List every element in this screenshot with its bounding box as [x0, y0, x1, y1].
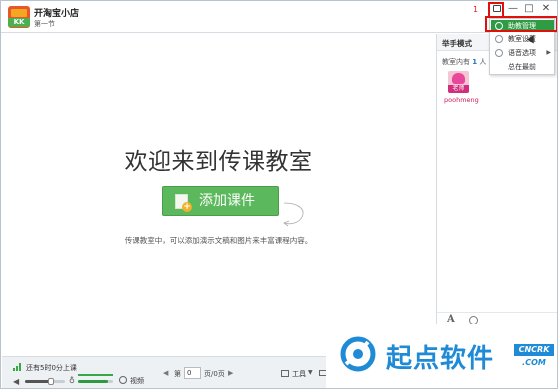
member-name[interactable]: poohmeng [444, 96, 479, 104]
microphone-icon[interactable]: ♁ [69, 376, 75, 385]
avatar[interactable]: 老师 [448, 71, 469, 93]
menu-item-classroom-settings[interactable]: 教室设置 [491, 33, 554, 45]
window-title: 开淘宝小店 [34, 9, 80, 19]
watermark-text: 起点软件 [386, 344, 495, 374]
watermark: 起点软件 CNCRK .COM [326, 324, 557, 388]
speaker-icon[interactable]: ◀ [13, 377, 19, 386]
mic-slider[interactable] [78, 380, 113, 383]
voice-icon [495, 49, 503, 57]
page-label-post: 页/0页 [204, 370, 225, 378]
classroom-window: KK 开淘宝小店 第一节 1 — □ ✕ 助教管理 教室设置 语音选项 ▶ 总在… [0, 0, 558, 389]
watermark-domain: .COM [522, 358, 546, 367]
close-button[interactable]: ✕ [538, 2, 554, 17]
menu-item-always-on-top[interactable]: 总在最前 [491, 61, 554, 73]
whiteboard-area: 欢迎来到传课教室 + 添加课件 传课教室中，可以添加演示文稿和图片来丰富课程内容… [2, 34, 435, 356]
watermark-tag: CNCRK [514, 344, 554, 356]
arrow-doodle-icon [283, 202, 304, 227]
minimize-button[interactable]: — [505, 2, 521, 17]
welcome-title: 欢迎来到传课教室 [124, 149, 313, 175]
class-countdown: 还有5时0分上课 [26, 364, 77, 372]
window-subtitle: 第一节 [34, 20, 55, 28]
maximize-button[interactable]: □ [521, 2, 537, 17]
video-icon[interactable] [119, 376, 127, 384]
tools-icon[interactable] [281, 370, 289, 377]
maximize-icon: □ [524, 3, 534, 14]
highlight-box [485, 16, 557, 32]
add-courseware-button[interactable]: + 添加课件 [162, 186, 279, 216]
minimize-icon: — [508, 3, 518, 14]
chevron-down-icon[interactable]: ▼ [308, 369, 313, 376]
menu-item-label: 总在最前 [508, 63, 536, 71]
previous-page-button[interactable]: ◀ [163, 369, 170, 378]
app-logo: KK [8, 6, 30, 28]
room-count: 教室内有 1 人 [442, 58, 487, 66]
volume-slider[interactable] [25, 378, 65, 385]
hint-text: 传课教室中，可以添加演示文稿和图片来丰富课程内容。 [124, 236, 313, 245]
chevron-right-icon: ▶ [546, 49, 551, 56]
title-bar: KK 开淘宝小店 第一节 1 — □ ✕ [1, 1, 557, 33]
video-label[interactable]: 视频 [130, 376, 144, 386]
page-input[interactable]: 0 [184, 367, 201, 379]
tools-button[interactable]: 工具 [292, 369, 306, 379]
close-icon: ✕ [541, 3, 551, 14]
watermark-logo-icon [340, 336, 376, 372]
panel-title: 举手模式 [442, 39, 472, 48]
page-label-pre: 第 [174, 370, 181, 378]
add-file-icon: + [175, 194, 192, 212]
settings-icon [495, 35, 503, 43]
role-badge: 老师 [448, 85, 469, 93]
annotation-number: 1 [473, 5, 479, 14]
add-courseware-label: 添加课件 [199, 193, 255, 209]
menu-item-label: 语音选项 [508, 49, 536, 57]
mic-level-meter [78, 374, 113, 376]
next-page-button[interactable]: ▶ [228, 369, 233, 377]
member-panel: 举手模式 教室内有 1 人 老师 poohmeng A [436, 34, 557, 356]
menu-item-voice-options[interactable]: 语音选项 ▶ [491, 47, 554, 59]
signal-icon [13, 363, 21, 371]
